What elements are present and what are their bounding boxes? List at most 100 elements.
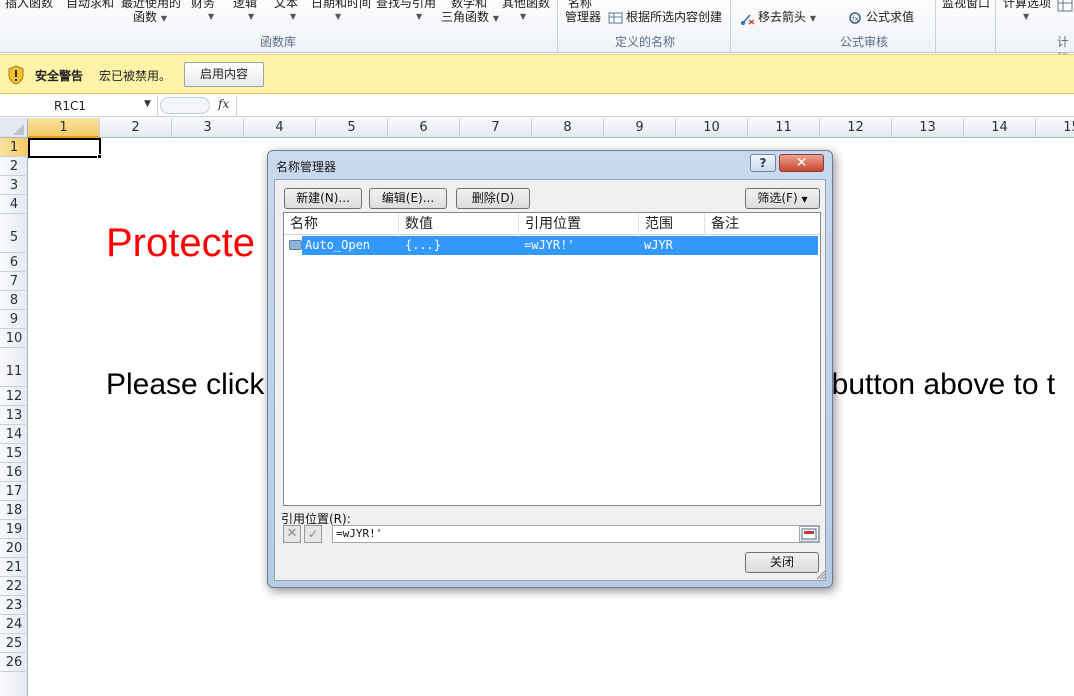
row-header[interactable]: 7 — [0, 272, 28, 291]
name-manager-button[interactable]: 管理器 — [565, 8, 601, 25]
column-header[interactable]: 15 — [1036, 118, 1074, 138]
column-header[interactable]: 11 — [748, 118, 820, 138]
column-header[interactable]: 7 — [460, 118, 532, 138]
group-label-defined-names: 定义的名称 — [615, 35, 676, 49]
chevron-down-icon[interactable]: ▼ — [144, 99, 151, 109]
remove-arrows-button[interactable]: 移去箭头 ▼ — [740, 8, 816, 25]
column-header-name[interactable]: 名称 — [284, 213, 399, 235]
security-warning-message: 宏已被禁用。 — [99, 69, 172, 83]
row-header[interactable]: 8 — [0, 291, 28, 310]
row-header[interactable]: 24 — [0, 615, 28, 634]
lookup-reference-button[interactable]: 查找与引用 — [376, 0, 436, 11]
filter-button[interactable]: 筛选(F) ▼ — [745, 188, 820, 209]
select-all-corner[interactable] — [0, 118, 28, 138]
close-button[interactable]: 关闭 — [745, 552, 819, 573]
column-header[interactable]: 9 — [604, 118, 676, 138]
watch-window-button[interactable]: 监视窗口 — [942, 0, 990, 11]
column-header[interactable]: 1 — [28, 118, 100, 138]
resize-grip-icon[interactable] — [816, 570, 826, 580]
formula-bar-splitter[interactable] — [160, 97, 210, 114]
formula-bar: R1C1 ▼ fx — [0, 95, 1074, 117]
chevron-down-icon: ▼ — [1023, 12, 1030, 21]
column-header[interactable]: 10 — [676, 118, 748, 138]
insert-function-button[interactable]: 插入函数 — [5, 0, 53, 11]
confirm-edit-icon[interactable]: ✓ — [304, 525, 322, 543]
column-header[interactable]: 3 — [172, 118, 244, 138]
text-button[interactable]: 文本 — [274, 0, 298, 11]
fill-handle[interactable] — [97, 154, 102, 159]
list-item-name: Auto_Open — [305, 238, 371, 252]
active-cell[interactable] — [28, 138, 101, 158]
row-header[interactable]: 22 — [0, 577, 28, 596]
name-box[interactable]: R1C1 ▼ — [0, 96, 158, 116]
row-header[interactable]: 3 — [0, 176, 28, 195]
column-header[interactable]: 2 — [100, 118, 172, 138]
insert-function-icon[interactable]: fx — [218, 97, 229, 111]
chevron-down-icon: ▼ — [160, 14, 167, 23]
help-button[interactable]: ? — [750, 154, 776, 172]
row-header[interactable]: 14 — [0, 425, 28, 444]
more-functions-button[interactable]: 其他函数 — [502, 0, 550, 11]
row-header[interactable]: 25 — [0, 634, 28, 653]
row-header[interactable]: 15 — [0, 444, 28, 463]
column-header[interactable]: 12 — [820, 118, 892, 138]
row-header[interactable]: 16 — [0, 463, 28, 482]
dialog-close-button[interactable]: ✕ — [779, 154, 824, 172]
column-header[interactable]: 4 — [244, 118, 316, 138]
group-separator — [995, 0, 996, 52]
refers-to-input[interactable]: =wJYR!' — [332, 525, 820, 543]
trig-functions-dropdown[interactable]: 三角函数 ▼ — [441, 8, 499, 25]
row-header[interactable]: 19 — [0, 520, 28, 539]
row-header[interactable]: 10 — [0, 329, 28, 348]
column-header[interactable]: 5 — [316, 118, 388, 138]
chevron-down-icon: ▼ — [208, 12, 215, 21]
calc-now-icon[interactable] — [1057, 0, 1073, 15]
list-item[interactable]: Auto_Open {...} =wJYR!' wJYR — [302, 236, 818, 255]
column-header-value[interactable]: 数值 — [399, 213, 519, 235]
name-box-value: R1C1 — [54, 99, 86, 113]
evaluate-formula-label: 公式求值 — [866, 10, 915, 24]
collapse-dialog-icon[interactable] — [799, 526, 819, 542]
row-header[interactable]: 1 — [0, 138, 28, 157]
evaluate-formula-button[interactable]: fx 公式求值 — [848, 8, 914, 25]
calc-options-button[interactable]: 计算选项 — [1003, 0, 1051, 11]
row-header[interactable]: 26 — [0, 653, 28, 672]
row-header[interactable]: 5 — [0, 214, 28, 253]
row-header[interactable]: 13 — [0, 406, 28, 425]
cancel-edit-icon[interactable]: ✕ — [283, 525, 301, 543]
column-header[interactable]: 13 — [892, 118, 964, 138]
chevron-down-icon: ▼ — [801, 195, 808, 204]
new-name-button[interactable]: 新建(N)... — [284, 188, 362, 209]
column-header-refers-to[interactable]: 引用位置 — [519, 213, 639, 235]
row-header[interactable]: 23 — [0, 596, 28, 615]
column-header-scope[interactable]: 范围 — [639, 213, 705, 235]
row-header[interactable]: 11 — [0, 348, 28, 387]
row-header[interactable]: 2 — [0, 157, 28, 176]
functions-dropdown[interactable]: 函数 ▼ — [133, 8, 167, 25]
chevron-down-icon: ▼ — [809, 14, 816, 23]
column-header-comment[interactable]: 备注 — [705, 213, 820, 235]
autosum-button[interactable]: 自动求和 — [66, 0, 114, 11]
names-list[interactable]: 名称 数值 引用位置 范围 备注 Auto_Open {...} =wJYR!'… — [283, 212, 821, 506]
security-warning-bar: 安全警告 宏已被禁用。 启用内容 — [0, 54, 1074, 94]
row-header[interactable]: 6 — [0, 253, 28, 272]
row-header[interactable]: 17 — [0, 482, 28, 501]
row-header[interactable]: 21 — [0, 558, 28, 577]
date-time-button[interactable]: 日期和时间 — [311, 0, 371, 11]
column-header[interactable]: 14 — [964, 118, 1036, 138]
delete-name-button[interactable]: 删除(D) — [456, 188, 530, 209]
logical-button[interactable]: 逻辑 — [233, 0, 257, 11]
edit-name-button[interactable]: 编辑(E)... — [369, 188, 447, 209]
row-header[interactable]: 12 — [0, 387, 28, 406]
group-separator — [557, 0, 558, 52]
row-header[interactable]: 9 — [0, 310, 28, 329]
row-header[interactable]: 4 — [0, 195, 28, 214]
enable-content-button[interactable]: 启用内容 — [184, 62, 264, 87]
formula-input[interactable] — [236, 96, 1074, 116]
row-header[interactable]: 20 — [0, 539, 28, 558]
column-header[interactable]: 6 — [388, 118, 460, 138]
financial-button[interactable]: 财务 — [191, 0, 215, 11]
row-header[interactable]: 18 — [0, 501, 28, 520]
column-header[interactable]: 8 — [532, 118, 604, 138]
create-from-selection-button[interactable]: 根据所选内容创建 — [608, 8, 722, 25]
